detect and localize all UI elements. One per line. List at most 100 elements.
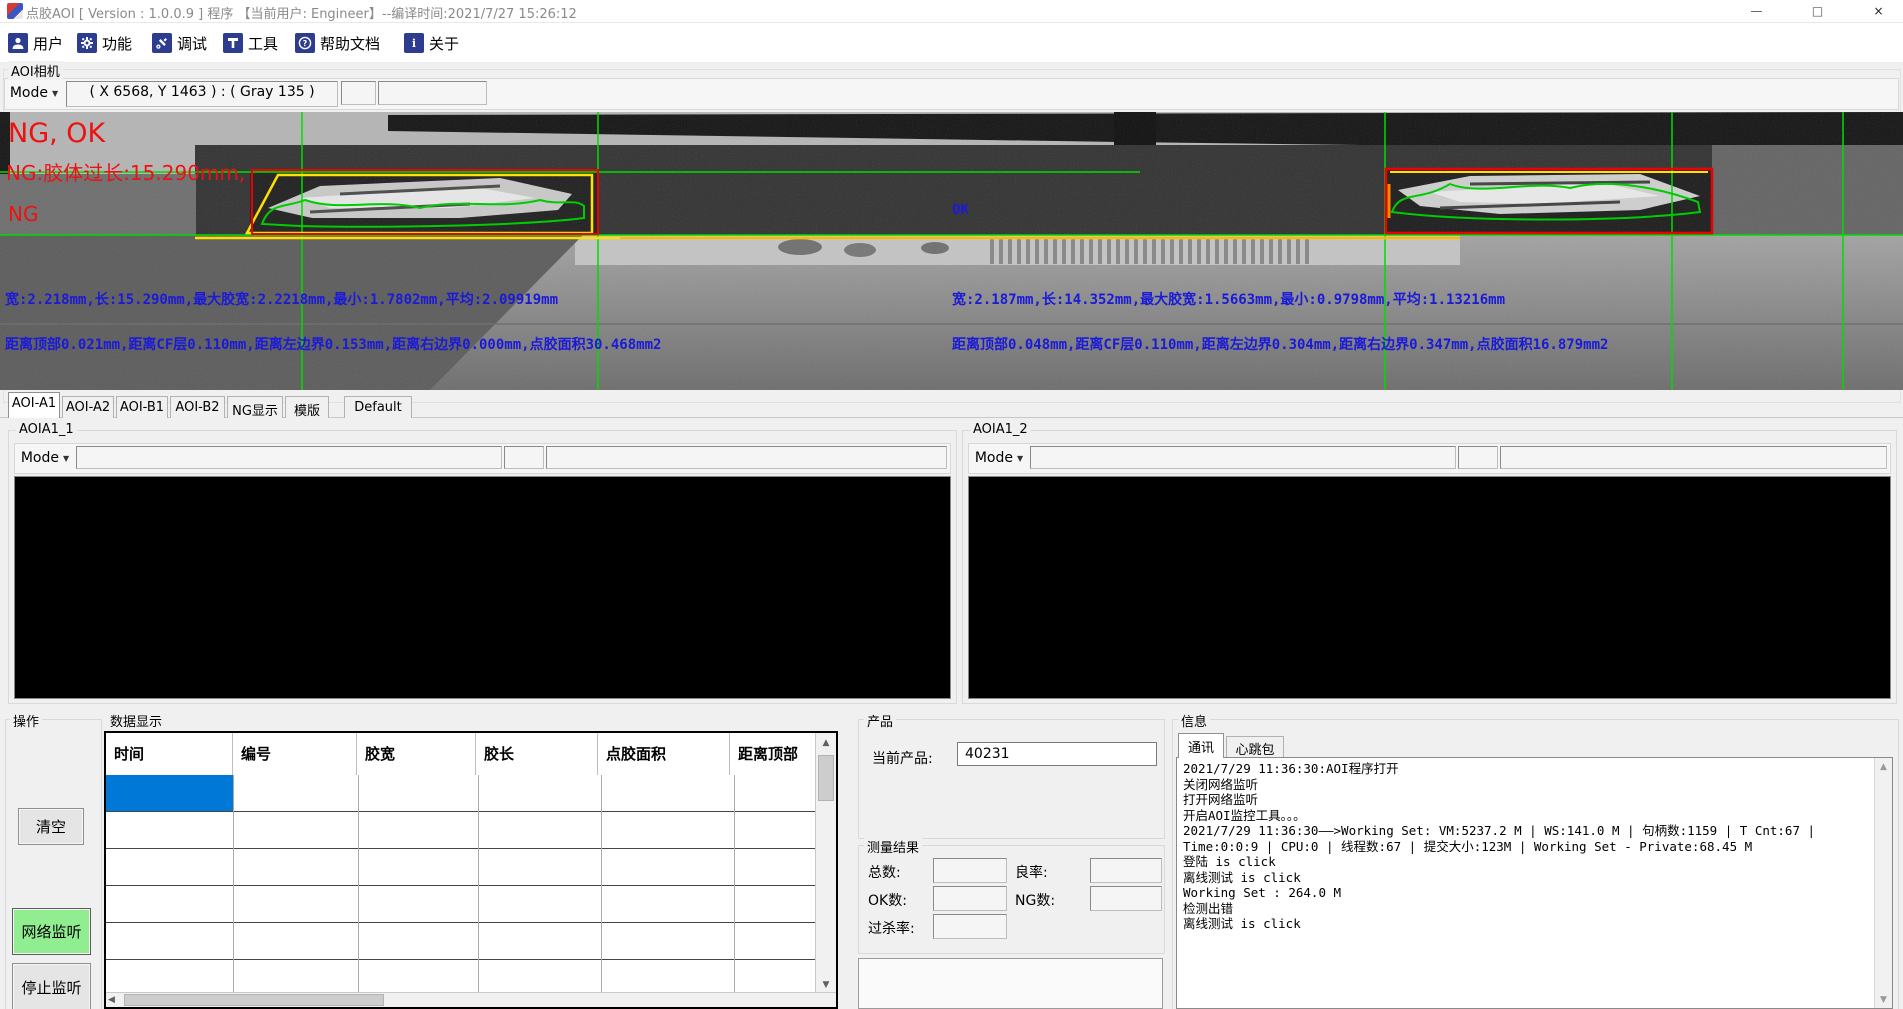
scroll-down-icon[interactable]: ▼ (1875, 995, 1892, 1005)
camera-group-label: AOI相机 (8, 61, 63, 80)
application-window: 点胶AOI [ Version : 1.0.0.9 ] 程序 【当前用户: En… (0, 0, 1903, 1009)
clear-button[interactable]: 清空 (18, 808, 84, 845)
log-line: 2021/7/29 11:36:30——>Working Set: VM:523… (1183, 823, 1870, 839)
tab-aoi-b1[interactable]: AOI-B1 (116, 396, 168, 418)
current-product-field[interactable]: 40231 (957, 742, 1157, 766)
svg-text:i: i (412, 37, 416, 50)
yield-label: 良率: (1015, 862, 1048, 882)
aoia1-2-image-panel[interactable] (968, 476, 1891, 699)
aoia1-2-field-2 (1458, 446, 1498, 469)
mode-label: Mode (975, 450, 1013, 466)
camera-image (0, 112, 1903, 390)
log-line: Time:0:0:9 | CPU:0 | 线程数:67 | 提交大小:123M … (1183, 839, 1870, 855)
stop-listen-button[interactable]: 停止监听 (12, 963, 91, 1009)
user-icon (8, 33, 28, 53)
log-line: 关闭网络监听 (1183, 777, 1870, 793)
overkill-field (933, 914, 1007, 939)
column-header-id[interactable]: 编号 (233, 733, 357, 775)
camera-field-wide (378, 81, 487, 105)
tool-t-icon (223, 33, 243, 53)
comm-log-panel[interactable]: 2021/7/29 11:36:30:AOI程序打开 关闭网络监听 打开网络监听… (1176, 757, 1893, 1009)
toolbar-label: 关于 (429, 33, 459, 54)
selected-cell[interactable] (106, 775, 233, 811)
log-vscrollbar[interactable]: ▲ ▼ (1874, 758, 1892, 1008)
table-vscrollbar[interactable]: ▲ ▼ (815, 733, 836, 993)
tab-default[interactable]: Default (344, 396, 412, 418)
table-hscrollbar[interactable]: ◀ (106, 992, 836, 1007)
ng-count-field (1090, 886, 1162, 911)
aoia1-1-mode-dropdown[interactable]: Mode ▼ (17, 446, 73, 470)
product-groupbox (858, 719, 1165, 839)
total-value-field (933, 858, 1007, 883)
ng-count-label: NG数: (1015, 890, 1055, 910)
aoia1-1-field-1 (76, 446, 502, 469)
app-icon (7, 3, 23, 19)
column-header-top-dist[interactable]: 距离顶部 (730, 733, 814, 775)
toolbar-item-user[interactable]: 用户 (8, 30, 63, 56)
tab-ng-display[interactable]: NG显示 (227, 396, 283, 418)
chevron-down-icon: ▼ (1017, 454, 1023, 463)
column-header-area[interactable]: 点胶面积 (598, 733, 730, 775)
tab-aoi-a2[interactable]: AOI-A2 (62, 396, 114, 418)
column-divider (358, 775, 359, 993)
log-line: 检测出错 (1183, 901, 1870, 917)
toolbar-item-tools[interactable]: 工具 (223, 30, 278, 56)
wrench-icon (152, 33, 172, 53)
toolbar-item-about[interactable]: i 关于 (404, 30, 459, 56)
overkill-label: 过杀率: (868, 918, 915, 938)
scroll-up-icon[interactable]: ▲ (1875, 758, 1892, 772)
yield-value-field (1090, 858, 1162, 883)
tab-heartbeat[interactable]: 心跳包 (1226, 736, 1284, 758)
close-button[interactable]: × (1856, 0, 1901, 22)
log-line: 打开网络监听 (1183, 792, 1870, 808)
help-icon: ? (295, 33, 315, 53)
camera-image-view[interactable]: NG, OK NG:胶体过长:15.290mm, NG OK 宽:2.218mm… (0, 112, 1903, 390)
log-line: Working Set : 264.0 M (1183, 885, 1870, 901)
column-header-time[interactable]: 时间 (106, 733, 233, 775)
maximize-button[interactable]: □ (1795, 0, 1840, 22)
mode-label: Mode (21, 450, 59, 466)
scroll-up-icon[interactable]: ▲ (816, 733, 836, 748)
aoia1-1-image-panel[interactable] (14, 476, 951, 699)
column-divider (601, 775, 602, 993)
data-table-body[interactable] (106, 775, 816, 993)
log-lines: 2021/7/29 11:36:30:AOI程序打开 关闭网络监听 打开网络监听… (1183, 761, 1870, 932)
column-header-length[interactable]: 胶长 (476, 733, 598, 775)
gear-icon (77, 33, 97, 53)
toolbar-item-help[interactable]: ? 帮助文档 (295, 30, 380, 56)
table-vscroll-thumb[interactable] (818, 755, 834, 801)
log-line: 登陆 is click (1183, 854, 1870, 870)
log-line: 2021/7/29 11:36:30:AOI程序打开 (1183, 761, 1870, 777)
toolbar-label: 工具 (248, 33, 278, 54)
camera-mode-dropdown[interactable]: Mode ▼ (6, 81, 62, 105)
table-header-row: 时间 编号 胶宽 胶长 点胶面积 距离顶部 (106, 733, 836, 777)
column-header-width[interactable]: 胶宽 (357, 733, 476, 775)
scroll-down-icon[interactable]: ▼ (816, 980, 836, 990)
tab-aoi-b2[interactable]: AOI-B2 (170, 396, 225, 418)
aoia1-2-mode-dropdown[interactable]: Mode ▼ (971, 446, 1027, 470)
ok-count-label: OK数: (868, 890, 907, 910)
scroll-left-icon[interactable]: ◀ (108, 995, 115, 1005)
ok-count-field (933, 886, 1007, 911)
toolbar-item-debug[interactable]: 调试 (152, 30, 207, 56)
log-line: 离线测试 is click (1183, 916, 1870, 932)
minimize-button[interactable]: — (1734, 0, 1779, 22)
aoia1-2-field-3 (1500, 446, 1887, 469)
data-table-label: 数据显示 (107, 711, 165, 730)
log-line: 离线测试 is click (1183, 870, 1870, 886)
network-listen-button[interactable]: 网络监听 (12, 908, 91, 955)
mode-label: Mode (10, 85, 48, 101)
tab-aoi-a1[interactable]: AOI-A1 (8, 392, 60, 418)
chevron-down-icon: ▼ (63, 454, 69, 463)
aoia1-2-field-1 (1030, 446, 1456, 469)
tab-template[interactable]: 模版 (285, 396, 329, 418)
data-table[interactable]: 时间 编号 胶宽 胶长 点胶面积 距离顶部 ▲ ▼ ◀ (104, 731, 838, 1009)
aoia1-2-label: AOIA1_2 (970, 422, 1031, 437)
table-hscroll-thumb[interactable] (124, 994, 384, 1006)
toolbar-item-function[interactable]: 功能 (77, 30, 132, 56)
tab-comm[interactable]: 通讯 (1178, 733, 1224, 758)
operation-label: 操作 (10, 711, 42, 730)
toolbar-label: 帮助文档 (320, 33, 380, 54)
toolbar-label: 调试 (177, 33, 207, 54)
aoia1-1-label: AOIA1_1 (16, 422, 77, 437)
